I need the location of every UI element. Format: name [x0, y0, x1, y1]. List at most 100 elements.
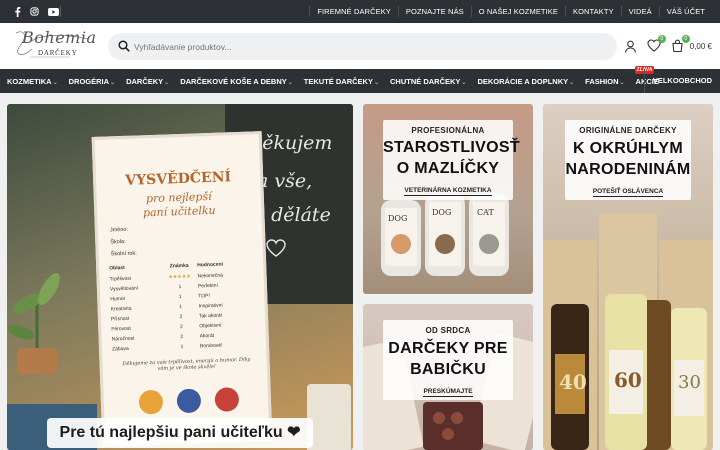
chevron-down-icon: ⌄ — [373, 79, 379, 86]
top-link-contacts[interactable]: KONTAKTY — [565, 6, 621, 17]
nav-item-drugstore[interactable]: DROGÉRIA⌄ — [62, 77, 119, 86]
cert-row: Přísnost 2 Tak akorát — [110, 311, 257, 323]
certificate: VYSVĚDČENÍ pro nejlepší paní učitelku Jm… — [91, 131, 273, 447]
nav-label: DARČEKY — [126, 76, 164, 86]
logo-script: Bohemia — [22, 28, 97, 47]
cart-total: 0,00 € — [689, 41, 712, 51]
nav-label: FASHION — [585, 76, 619, 86]
cert-cell: TOP! — [198, 293, 210, 300]
cert-cell: 1 — [179, 304, 183, 311]
nav-item-tasty-gifts[interactable]: CHUTNÉ DARČEKY⌄ — [383, 77, 470, 86]
top-link-corporate-gifts[interactable]: FIREMNÉ DARČEKY — [309, 6, 398, 17]
cert-field: Škola: — [110, 238, 126, 246]
cert-cell: 2 — [179, 323, 183, 331]
account-icon[interactable] — [624, 40, 637, 53]
search-icon[interactable] — [118, 40, 130, 52]
main-nav: KOZMETIKA⌄ DROGÉRIA⌄ DARČEKY⌄ DARČEKOVÉ … — [0, 65, 720, 93]
cert-cell: Vysvětlování — [109, 285, 139, 293]
banner-birthday-text: ORIGINÁLNE DARČEKY K OKRÚHLYM NARODENINÁ… — [565, 120, 691, 200]
promo-title: STAROSTLIVOSŤ — [383, 139, 520, 156]
cert-note: Děkujeme za vaši trpělivost, energii a h… — [122, 356, 251, 372]
nav-item-wholesale[interactable]: VELKOOBCHOD — [643, 69, 712, 93]
cert-cell: ★★★★★ — [168, 273, 191, 281]
chalk-heart-icon — [266, 239, 286, 257]
promo-pretitle: ORIGINÁLNE DARČEKY — [579, 126, 677, 135]
banner-teacher-caption: Pre tú najlepšiu pani učiteľku ❤ — [47, 418, 313, 448]
promo-link[interactable]: PRESKÚMAJTE — [423, 388, 473, 397]
cert-cell: Humor — [110, 295, 126, 303]
cert-head: Oblast — [109, 264, 125, 272]
promo-title: DARČEKY PRE — [388, 340, 508, 357]
cert-cell: Zábava — [111, 345, 129, 353]
logo-subtitle: DARČEKY — [38, 49, 78, 57]
top-link-cosmetics[interactable]: O NAŠEJ KOZMETIKE — [470, 6, 565, 17]
plant-image — [7, 273, 60, 374]
header-icons: 0 0 0,00 € — [624, 23, 712, 69]
bottle-label: DOG — [388, 214, 408, 223]
promo-title: BABIČKU — [410, 361, 486, 378]
promo-pretitle: OD SRDCA — [425, 326, 471, 335]
facebook-icon[interactable] — [14, 6, 21, 17]
chevron-down-icon: ⌄ — [619, 79, 625, 86]
chevron-down-icon: ⌄ — [287, 79, 293, 86]
promo-pretitle: PROFESIONÁLNA — [411, 126, 485, 135]
mug-image — [307, 384, 351, 450]
instagram-icon[interactable] — [30, 7, 39, 16]
cert-cell: Tak akorát — [198, 312, 223, 320]
search-input[interactable] — [134, 33, 594, 60]
promo-link[interactable]: POTEŠIŤ OSLÁVENCA — [592, 188, 664, 197]
cert-row: Zábava 1 Bombové! — [111, 341, 258, 353]
banner-birthday[interactable]: 40 60 30 ORIGINÁLNE DARČEKY K OKRÚHLYM N… — [543, 104, 713, 450]
nav-item-decorations[interactable]: DEKORÁCIE A DOPLNKY⌄ — [470, 77, 578, 86]
promo-link[interactable]: VETERINÁRNA KOZMETIKA — [404, 187, 492, 196]
top-link-about[interactable]: POZNAJTE NÁS — [397, 6, 471, 17]
youtube-icon[interactable] — [48, 7, 59, 16]
cert-row: Férovost 2 Objektivní — [111, 321, 257, 333]
cart-icon-wrap: 0 — [671, 35, 690, 53]
chevron-down-icon: ⌄ — [569, 79, 575, 86]
nav-item-fashion[interactable]: FASHION⌄ — [578, 77, 628, 86]
nav-items: KOZMETIKA⌄ DROGÉRIA⌄ DARČEKY⌄ DARČEKOVÉ … — [0, 65, 663, 93]
cert-field: Jméno: — [109, 226, 129, 234]
cert-cell: Přísnost — [110, 315, 130, 323]
cert-cell: Férovost — [111, 325, 131, 333]
social-links — [14, 0, 59, 23]
top-links: FIREMNÉ DARČEKY POZNAJTE NÁS O NAŠEJ KOZ… — [309, 0, 712, 23]
search-bar — [108, 33, 617, 60]
nav-label: CHUTNÉ DARČEKY — [389, 76, 461, 86]
banner-grandma[interactable]: OD SRDCA DARČEKY PRE BABIČKU PRESKÚMAJTE — [363, 304, 533, 450]
nav-item-liquid-gifts[interactable]: TEKUTÉ DARČEKY⌄ — [297, 77, 383, 86]
top-link-videos[interactable]: VIDEÁ — [620, 6, 659, 17]
nav-item-gifts[interactable]: DARČEKY⌄ — [119, 77, 173, 86]
chevron-down-icon: ⌄ — [164, 79, 170, 86]
top-link-account[interactable]: VÁŠ ÚČET — [658, 6, 712, 17]
site-header: Bohemia DARČEKY 0 0 0,00 € — [0, 23, 720, 69]
cert-cell: Trpělivost — [109, 275, 132, 283]
cert-cell: Nekonečná — [197, 272, 223, 280]
cert-cell: Akorát — [199, 332, 215, 340]
cert-cell: Perfektní — [197, 282, 219, 290]
cert-cell: Inspirativní — [198, 302, 223, 310]
banner-pets[interactable]: DOG DOG CAT PROFESIONÁLNA STAROSTLIVOSŤ … — [363, 104, 533, 294]
cert-cell: Objektivní — [199, 322, 222, 330]
chevron-down-icon: ⌄ — [52, 79, 58, 86]
nav-label: KOZMETIKA — [7, 76, 52, 86]
nav-item-gift-baskets[interactable]: DARČEKOVÉ KOŠE A DEBNY⌄ — [173, 77, 297, 86]
promo-title: K OKRÚHLYM — [573, 140, 683, 157]
nav-item-cosmetics[interactable]: KOZMETIKA⌄ — [0, 77, 62, 86]
banner-teacher[interactable]: Děkujem za vše, co děláte VYSVĚDČENÍ pro… — [7, 104, 353, 450]
nav-label: DROGÉRIA — [68, 76, 110, 86]
cert-cell: Bombové! — [199, 342, 223, 350]
cert-row: Vysvětlování 1 Perfektní — [109, 281, 256, 293]
cert-table-header: Oblast Známka Hodnocení — [109, 260, 255, 272]
cert-cell: Kreativita — [110, 305, 132, 313]
logo[interactable]: Bohemia DARČEKY — [10, 28, 96, 63]
divider — [60, 6, 61, 17]
cert-cell: 2 — [179, 314, 183, 321]
cert-row: Kreativita 1 Inspirativní — [110, 301, 257, 313]
bottle-label: DOG — [432, 208, 452, 217]
wishlist-button[interactable]: 0 — [647, 35, 666, 53]
cert-cell: 2 — [180, 333, 184, 341]
cart-button[interactable]: 0 0,00 € — [671, 35, 712, 53]
chevron-down-icon: ⌄ — [110, 79, 116, 86]
